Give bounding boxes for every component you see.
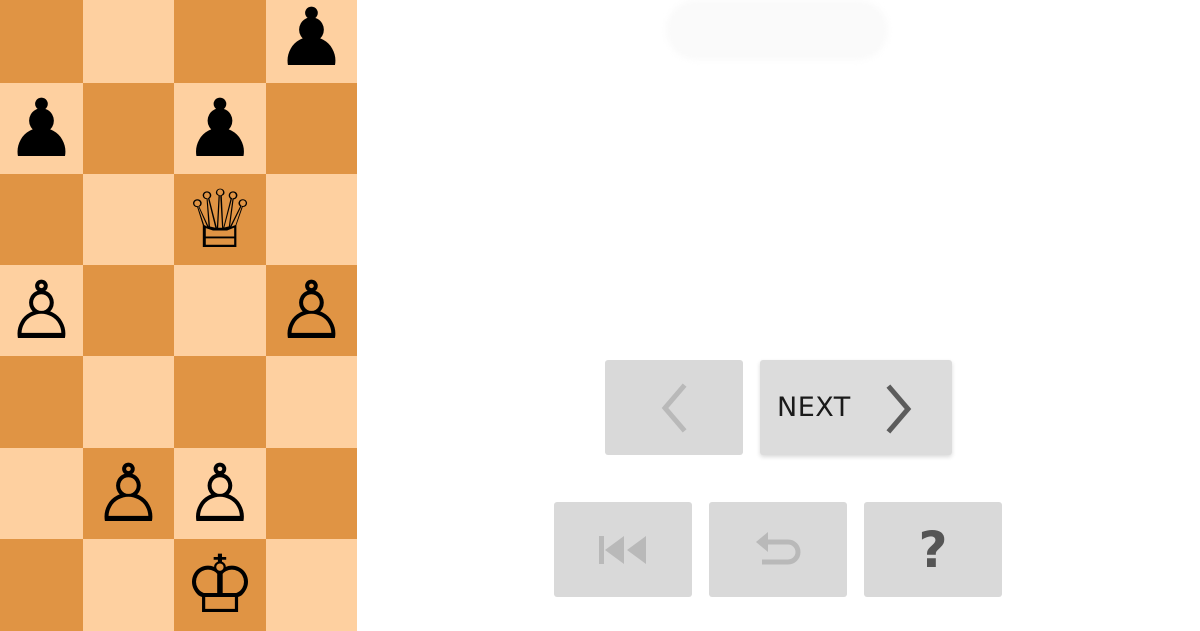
previous-move-button[interactable]: [605, 360, 743, 455]
board-square[interactable]: [266, 174, 357, 265]
board-square[interactable]: [174, 265, 266, 356]
board-square[interactable]: [83, 265, 174, 356]
skip-to-start-icon: [599, 535, 646, 564]
board-square[interactable]: ♕: [174, 174, 266, 265]
black-pawn-icon[interactable]: ♟: [6, 88, 78, 169]
board-square[interactable]: ♟: [266, 0, 357, 83]
skip-to-start-button[interactable]: [554, 502, 692, 597]
next-move-button[interactable]: NEXT: [760, 360, 952, 455]
black-pawn-icon[interactable]: ♟: [276, 0, 348, 78]
white-pawn-icon[interactable]: ♙: [184, 453, 256, 534]
board-square[interactable]: [266, 83, 357, 174]
help-button[interactable]: ?: [864, 502, 1002, 597]
white-pawn-icon[interactable]: ♙: [6, 270, 78, 351]
board-square[interactable]: [83, 356, 174, 448]
help-question-mark: ?: [918, 520, 948, 579]
board-square[interactable]: [266, 448, 357, 539]
board-square[interactable]: [0, 539, 83, 631]
white-pawn-icon[interactable]: ♙: [276, 270, 348, 351]
board-square[interactable]: [83, 0, 174, 83]
board-square[interactable]: [0, 448, 83, 539]
black-pawn-icon[interactable]: ♟: [184, 88, 256, 169]
board-square[interactable]: [174, 0, 266, 83]
white-king-icon[interactable]: ♔: [184, 545, 256, 625]
board-square[interactable]: ♙: [174, 448, 266, 539]
board-square[interactable]: [266, 356, 357, 448]
next-button-label: NEXT: [777, 392, 851, 423]
board-square[interactable]: [0, 174, 83, 265]
undo-button[interactable]: [709, 502, 847, 597]
board-square[interactable]: ♙: [83, 448, 174, 539]
board-square[interactable]: [83, 174, 174, 265]
white-pawn-icon[interactable]: ♙: [93, 453, 165, 534]
board-square[interactable]: ♙: [0, 265, 83, 356]
board-square[interactable]: ♔: [174, 539, 266, 631]
chevron-left-icon: [661, 382, 687, 433]
board-square[interactable]: [83, 539, 174, 631]
white-queen-icon[interactable]: ♕: [184, 179, 256, 260]
board-square[interactable]: [0, 0, 83, 83]
board-square[interactable]: ♟: [174, 83, 266, 174]
faded-header: [666, 0, 888, 60]
board-square[interactable]: [174, 356, 266, 448]
undo-arrow-icon: [756, 531, 801, 564]
board-square[interactable]: [0, 356, 83, 448]
chevron-right-icon: [886, 384, 912, 434]
chess-board[interactable]: ♟ ♟ ♟ ♕ ♙ ♙ ♙ ♙ ♔: [0, 0, 357, 631]
board-square[interactable]: ♙: [266, 265, 357, 356]
board-square[interactable]: [83, 83, 174, 174]
board-square[interactable]: [266, 539, 357, 631]
board-square[interactable]: ♟: [0, 83, 83, 174]
